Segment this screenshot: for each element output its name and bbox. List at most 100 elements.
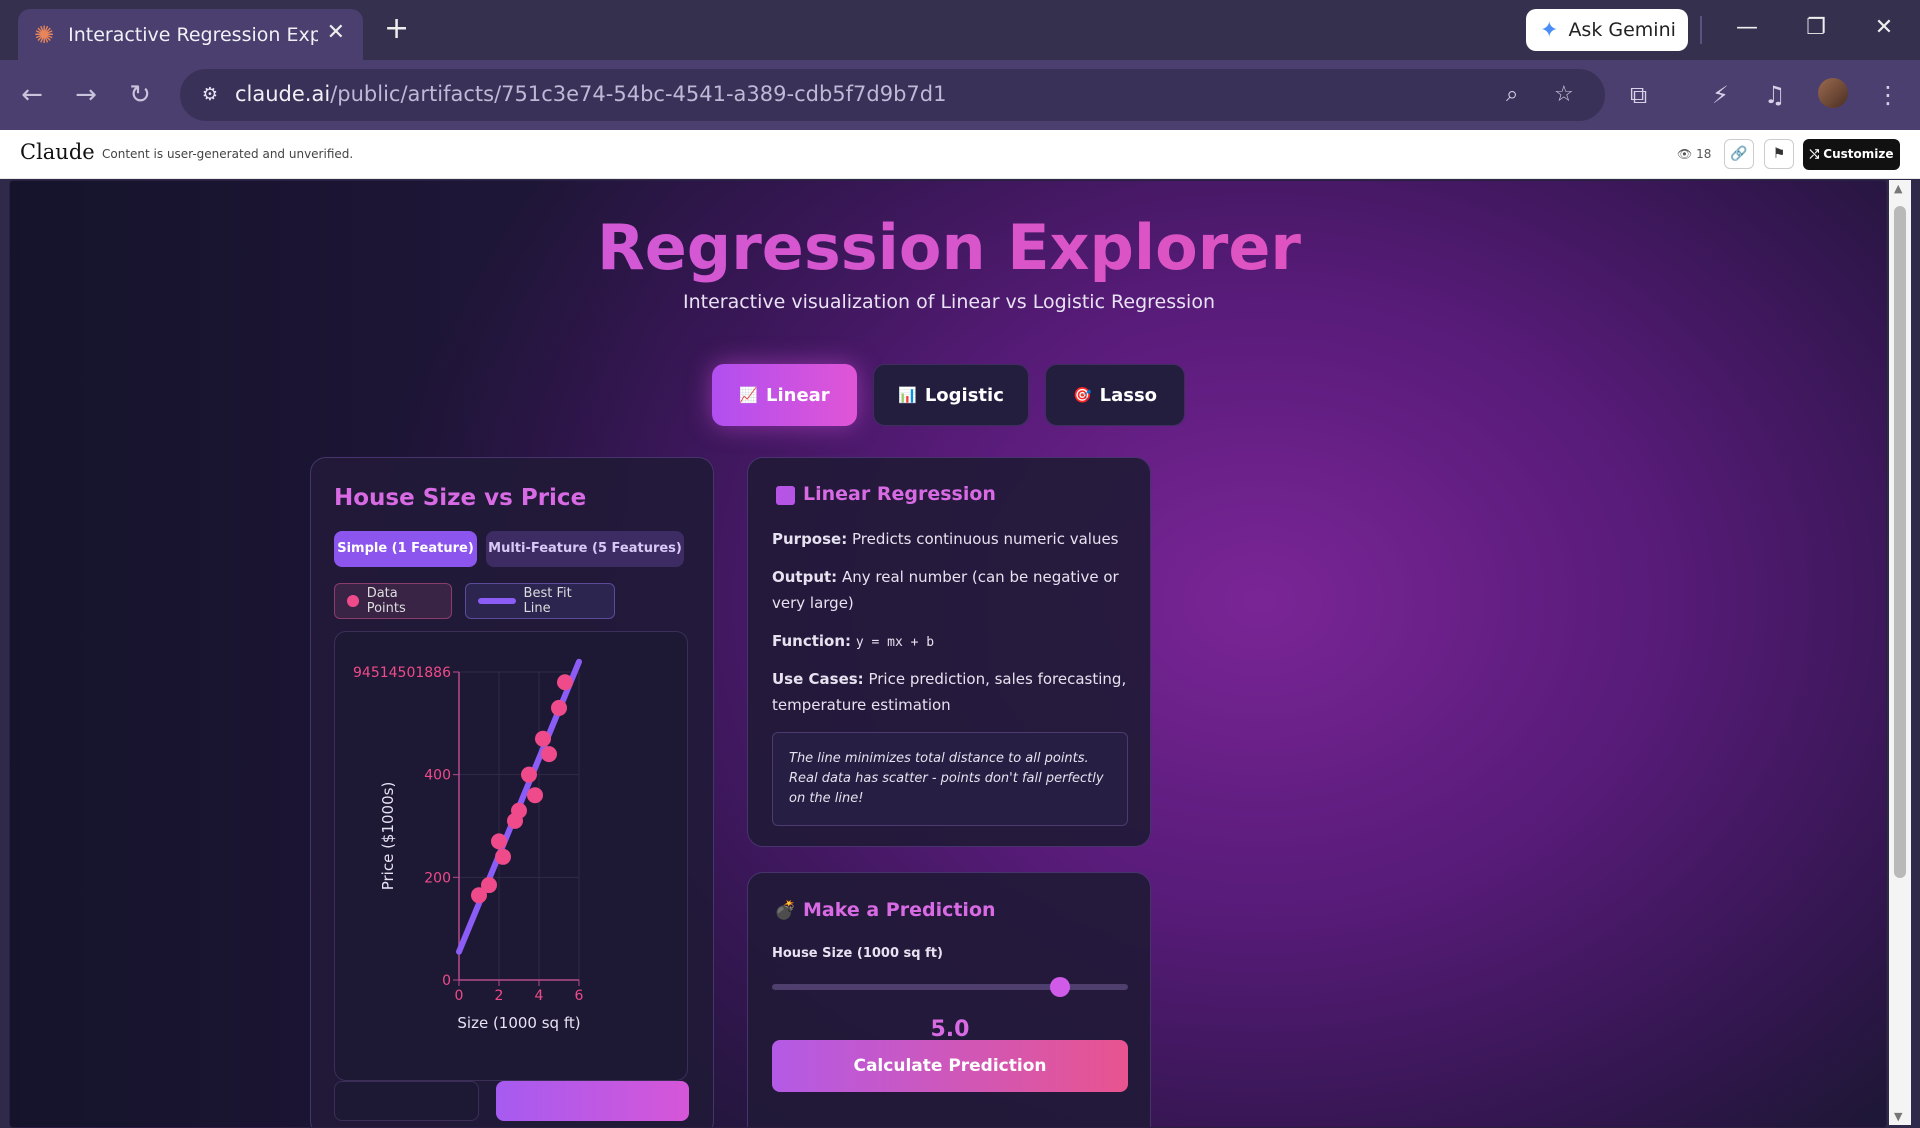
tab-logistic[interactable]: 📊 Logistic (873, 364, 1029, 426)
zoom-icon[interactable]: ⌕ (1506, 79, 1518, 111)
url-path: /public/artifacts/751c3e74-54bc-4541-a38… (330, 82, 947, 106)
y-axis-label: Price ($1000s) (379, 782, 397, 891)
y-tick-label: 400 (424, 768, 451, 784)
output-text: Output: Any real number (can be negative… (772, 564, 1142, 616)
url-text[interactable]: claude.ai/public/artifacts/751c3e74-54bc… (235, 82, 946, 106)
legend-best-fit-line[interactable]: Best Fit Line (465, 583, 615, 619)
calculate-prediction-button[interactable]: Calculate Prediction (772, 1040, 1128, 1092)
page-scrollbar[interactable]: ▲ ▼ (1889, 180, 1911, 1125)
customize-button[interactable]: ⤭ Customize (1803, 139, 1900, 170)
data-point (481, 877, 497, 894)
forward-icon[interactable]: → (68, 78, 104, 112)
media-control-icon[interactable]: ♫ (1764, 78, 1786, 112)
legend-data-points-label: Data Points (366, 586, 406, 616)
restore-icon[interactable]: ❐ (1798, 10, 1834, 46)
reload-icon[interactable]: ↻ (122, 78, 158, 112)
x-tick-label: 2 (495, 988, 504, 1004)
data-point (557, 674, 573, 691)
usecases-label: Use Cases: (772, 670, 864, 688)
output-label: Output: (772, 568, 838, 586)
customize-label: Customize (1823, 147, 1894, 161)
scrollbar-thumb[interactable] (1894, 206, 1906, 878)
x-tick-label: 0 (455, 988, 464, 1004)
subtab-multi-feature[interactable]: Multi-Feature (5 Features) (486, 531, 684, 567)
ask-gemini-button[interactable]: ✦ Ask Gemini (1526, 9, 1688, 51)
chart-container: 0 2 4 6 0 200 400 94514501886 Size (1000 sq ft) P… (334, 631, 688, 1081)
bomb-icon: 💣 (774, 900, 797, 921)
close-tab-icon[interactable]: ✕ (327, 21, 345, 45)
tab-title: Interactive Regression Explorer (68, 23, 319, 46)
slider-label: House Size (1000 sq ft) (772, 946, 943, 961)
ask-gemini-label: Ask Gemini (1568, 19, 1676, 41)
tab-linear[interactable]: 📈 Linear (712, 364, 857, 426)
new-tab-button[interactable]: + (384, 12, 409, 46)
purple-line-icon (478, 598, 516, 604)
purple-square-icon (776, 486, 795, 505)
shuffle-icon: ⤭ (1809, 147, 1820, 161)
tab-lasso-label: Lasso (1099, 384, 1158, 406)
chart-increasing-icon: 📈 (739, 386, 758, 404)
scatter-chart: 0 2 4 6 0 200 400 94514501886 Size (1000 sq ft) P… (353, 658, 584, 1032)
browser-tab-bar: ✺ Interactive Regression Explorer ✕ + ✦ … (0, 0, 1920, 60)
data-point (491, 833, 507, 850)
function-label: Function: (772, 632, 852, 650)
profile-avatar[interactable] (1818, 78, 1848, 108)
artifact-content: Regression Explorer Interactive visualiz… (10, 181, 1886, 1127)
page-subtitle: Interactive visualization of Linear vs L… (683, 291, 1215, 313)
bar-chart-icon: 📊 (898, 386, 917, 404)
purpose-value: Predicts continuous numeric values (852, 530, 1119, 548)
claude-favicon-icon: ✺ (34, 20, 55, 49)
scroll-up-icon[interactable]: ▲ (1894, 182, 1902, 195)
scroll-down-icon[interactable]: ▼ (1894, 1110, 1902, 1123)
slider-value: 5.0 (930, 1017, 970, 1042)
minimize-icon[interactable]: — (1729, 10, 1765, 46)
back-icon[interactable]: ← (14, 78, 50, 112)
pink-dot-icon (347, 595, 359, 607)
site-info-icon[interactable]: ⚙ (194, 79, 226, 111)
copy-link-icon[interactable]: 🔗 (1724, 139, 1754, 169)
x-axis-label: Size (1000 sq ft) (457, 1014, 580, 1032)
view-count-value: 18 (1696, 147, 1712, 161)
data-point (551, 699, 567, 716)
target-icon: 🎯 (1072, 386, 1092, 404)
data-point (521, 766, 537, 783)
bookmark-star-icon[interactable]: ☆ (1554, 79, 1574, 111)
legend-data-points[interactable]: Data Points (334, 583, 452, 619)
subtab-simple[interactable]: Simple (1 Feature) (334, 531, 477, 567)
purpose-text: Purpose: Predicts continuous numeric val… (772, 526, 1142, 552)
window-separator (1700, 16, 1702, 44)
data-point (535, 730, 551, 747)
y-tick-label: 94514501886 (353, 665, 451, 681)
x-tick-label: 4 (535, 988, 544, 1004)
tab-linear-label: Linear (766, 384, 830, 406)
secondary-action-button[interactable] (334, 1081, 479, 1121)
google-lens-icon[interactable]: ⧉ (1630, 78, 1647, 112)
page-title: Regression Explorer (10, 211, 1886, 284)
claude-logo[interactable]: Claude (20, 140, 95, 164)
data-point (527, 787, 543, 804)
primary-action-button[interactable] (496, 1081, 689, 1121)
data-point (511, 802, 527, 819)
performance-icon[interactable]: ⚡ (1712, 78, 1729, 112)
tab-lasso[interactable]: 🎯 Lasso (1045, 364, 1185, 426)
browser-toolbar: ← → ↻ ⚙ claude.ai/public/artifacts/751c3… (0, 60, 1920, 130)
info-note: The line minimizes total distance to all… (772, 732, 1128, 826)
address-bar[interactable]: ⚙ claude.ai/public/artifacts/751c3e74-54… (180, 69, 1605, 121)
x-tick-label: 6 (575, 988, 584, 1004)
close-window-icon[interactable]: ✕ (1866, 10, 1902, 46)
prediction-panel-title: Make a Prediction (803, 899, 996, 921)
chart-panel-title: House Size vs Price (334, 485, 587, 511)
tab-logistic-label: Logistic (924, 384, 1004, 406)
eye-icon: 👁 (1677, 147, 1693, 161)
house-size-slider[interactable] (772, 977, 1128, 997)
report-flag-icon[interactable]: ⚑ (1764, 139, 1794, 169)
browser-tab[interactable]: ✺ Interactive Regression Explorer ✕ (18, 9, 363, 60)
function-text: Function: y = mx + b (772, 628, 1142, 656)
artifact-frame: Regression Explorer Interactive visualiz… (9, 180, 1887, 1128)
function-value: y = mx + b (855, 635, 935, 650)
info-panel-title: Linear Regression (803, 483, 996, 505)
claude-artifact-header: Claude Content is user-generated and unv… (0, 130, 1920, 179)
menu-kebab-icon[interactable]: ⋮ (1876, 78, 1900, 112)
legend-best-fit-line-label: Best Fit Line (523, 586, 572, 616)
purpose-label: Purpose: (772, 530, 848, 548)
